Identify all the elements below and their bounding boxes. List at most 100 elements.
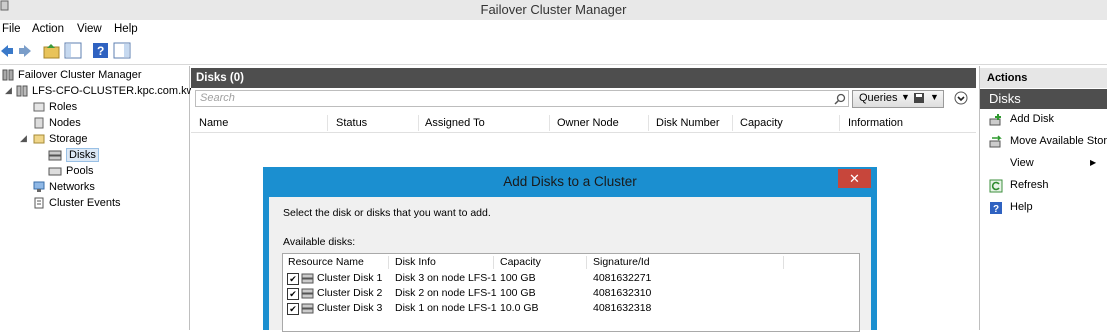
cluster-events-icon (34, 197, 44, 209)
help-icon[interactable]: ? (92, 42, 110, 60)
tree-item-events[interactable]: Cluster Events (33, 195, 121, 211)
column-divider[interactable] (549, 115, 550, 131)
column-divider[interactable] (586, 256, 587, 269)
toolbar: ? (0, 38, 1107, 65)
column-header-disk-number[interactable]: Disk Number (656, 117, 720, 129)
disk-signature: 4081632310 (593, 287, 652, 299)
disk-checkbox[interactable]: ✔ (287, 288, 299, 300)
column-divider[interactable] (327, 115, 328, 131)
actions-section-title: Disks (989, 91, 1021, 106)
tree-item-nodes[interactable]: Nodes (33, 115, 81, 131)
column-header-owner-node[interactable]: Owner Node (557, 117, 619, 129)
disk-name: Cluster Disk 2 (317, 287, 383, 299)
column-divider[interactable] (783, 256, 784, 269)
cluster-icon (16, 85, 28, 97)
up-folder-icon[interactable] (43, 42, 61, 60)
disk-info: Disk 3 on node LFS-1 (395, 272, 497, 284)
close-icon[interactable]: ✕ (838, 169, 871, 188)
add-disks-dialog: Add Disks to a Cluster ✕ Select the disk… (263, 167, 877, 332)
disks-header: Disks (0) (191, 68, 976, 88)
list-item[interactable]: ✔ Cluster Disk 1 Disk 3 on node LFS-1 10… (283, 271, 859, 286)
tree-item-storage[interactable]: Storage (33, 131, 88, 147)
column-header-status[interactable]: Status (336, 117, 367, 129)
dialog-title-bar[interactable]: Add Disks to a Cluster (263, 167, 877, 197)
column-header-information[interactable]: Information (848, 117, 903, 129)
list-header-capacity[interactable]: Capacity (500, 256, 541, 268)
list-header-disk-info[interactable]: Disk Info (395, 256, 436, 268)
action-view[interactable]: View ▶ (980, 155, 1107, 173)
list-item[interactable]: ✔ Cluster Disk 2 Disk 2 on node LFS-1 10… (283, 286, 859, 301)
action-label: Help (1010, 201, 1033, 213)
networks-icon (33, 181, 45, 193)
list-header-resource-name[interactable]: Resource Name (288, 256, 364, 268)
save-query-icon[interactable] (913, 92, 925, 104)
disk-capacity: 100 GB (500, 287, 536, 299)
dialog-title: Add Disks to a Cluster (503, 174, 637, 189)
tree-item-roles[interactable]: Roles (33, 99, 77, 115)
actions-pane: Actions Disks Add Disk Move Available St… (979, 66, 1107, 330)
disk-signature: 4081632271 (593, 272, 652, 284)
collapse-arrow-icon[interactable]: ◢ (20, 133, 27, 144)
tree-item-pools[interactable]: Pools (48, 163, 94, 179)
submenu-arrow-icon: ▶ (1090, 158, 1097, 167)
actions-section-header[interactable]: Disks (980, 89, 1107, 109)
menu-help[interactable]: Help (114, 23, 138, 35)
tree-label-cluster: LFS-CFO-CLUSTER.kpc.com.kw (32, 85, 195, 97)
action-move-available-storage[interactable]: Move Available Stora (980, 133, 1107, 151)
column-header-assigned-to[interactable]: Assigned To (425, 117, 485, 129)
action-label: Refresh (1010, 179, 1049, 191)
list-item[interactable]: ✔ Cluster Disk 3 Disk 1 on node LFS-1 10… (283, 301, 859, 316)
tree-label-disks: Disks (66, 148, 99, 162)
storage-icon (33, 134, 45, 144)
column-divider[interactable] (839, 115, 840, 131)
dialog-body: Select the disk or disks that you want t… (269, 197, 871, 332)
disks-table-header: Name Status Assigned To Owner Node Disk … (191, 114, 976, 133)
search-input[interactable]: Search (195, 90, 849, 107)
menu-action[interactable]: Action (32, 23, 64, 35)
column-divider[interactable] (418, 115, 419, 131)
column-header-name[interactable]: Name (199, 117, 228, 129)
disk-icon (301, 288, 314, 299)
navigation-tree: Failover Cluster Manager ◢ LFS-CFO-CLUST… (0, 66, 195, 330)
show-hide-tree-icon[interactable] (64, 42, 82, 60)
tree-item-disks[interactable]: Disks (48, 147, 99, 163)
tree-label-root: Failover Cluster Manager (18, 69, 142, 81)
disk-checkbox[interactable]: ✔ (287, 303, 299, 315)
tree-item-cluster[interactable]: LFS-CFO-CLUSTER.kpc.com.kw (16, 83, 195, 99)
collapse-arrow-icon[interactable]: ◢ (5, 85, 12, 96)
window-title: Failover Cluster Manager (480, 2, 627, 17)
back-arrow-icon[interactable] (0, 42, 14, 60)
column-divider[interactable] (732, 115, 733, 131)
tree-item-networks[interactable]: Networks (33, 179, 95, 195)
tree-label-storage: Storage (49, 133, 88, 145)
search-row: Search Queries ▼ ▼ (191, 88, 976, 108)
available-disks-list[interactable]: Resource Name Disk Info Capacity Signatu… (282, 253, 860, 332)
menu-bar: File Action View Help (0, 20, 1107, 38)
chevron-down-icon[interactable]: ▼ (930, 92, 939, 102)
action-add-disk[interactable]: Add Disk (980, 111, 1107, 129)
search-placeholder: Search (200, 92, 235, 104)
column-divider[interactable] (493, 256, 494, 269)
tree-item-root[interactable]: Failover Cluster Manager (2, 67, 142, 83)
show-hide-action-pane-icon[interactable] (113, 42, 131, 60)
action-refresh[interactable]: Refresh (980, 177, 1107, 195)
disk-icon (301, 273, 314, 284)
menu-file[interactable]: File (2, 23, 21, 35)
action-help[interactable]: ? Help (980, 199, 1107, 217)
forward-arrow-icon[interactable] (18, 42, 32, 60)
list-header-signature[interactable]: Signature/Id (593, 256, 650, 268)
search-icon[interactable] (834, 93, 846, 105)
disk-capacity: 100 GB (500, 272, 536, 284)
menu-view[interactable]: View (77, 23, 102, 35)
refresh-icon (989, 179, 1003, 193)
expand-collapse-icon[interactable] (954, 91, 968, 105)
disk-icon (301, 303, 314, 314)
column-header-capacity[interactable]: Capacity (740, 117, 783, 129)
pools-icon (48, 167, 62, 176)
queries-button[interactable]: Queries ▼ ▼ (852, 90, 944, 108)
column-divider[interactable] (388, 256, 389, 269)
disks-icon (48, 150, 62, 161)
column-divider[interactable] (648, 115, 649, 131)
disk-checkbox[interactable]: ✔ (287, 273, 299, 285)
tree-label-networks: Networks (49, 181, 95, 193)
